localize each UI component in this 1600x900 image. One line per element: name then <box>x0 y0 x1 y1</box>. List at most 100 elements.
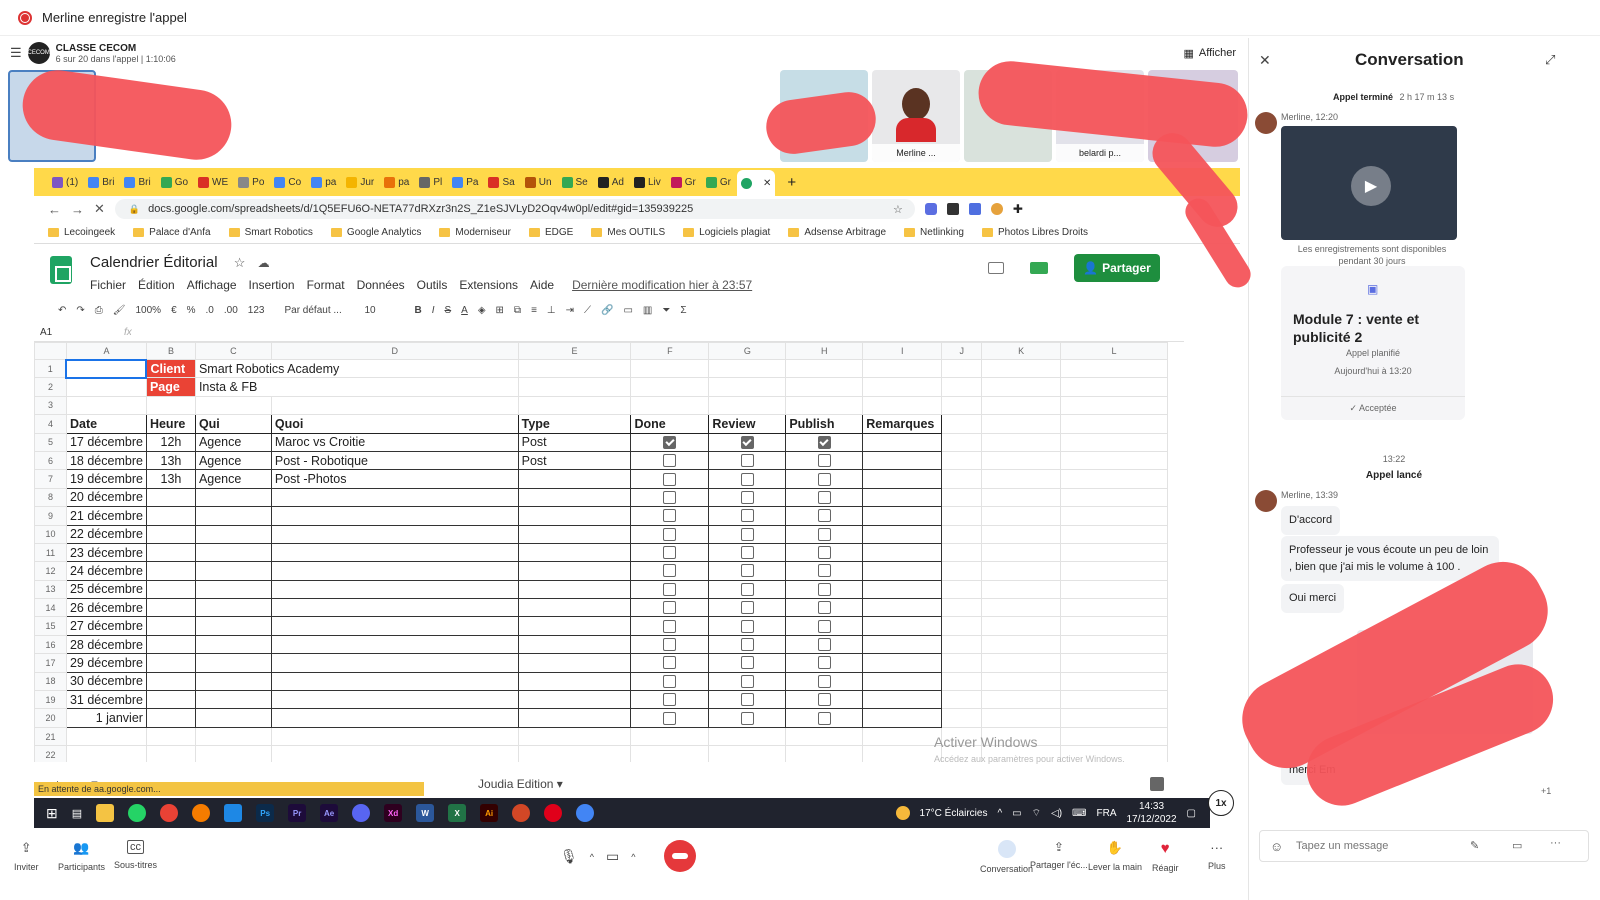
who-cell[interactable] <box>194 524 272 544</box>
checkbox-cell[interactable] <box>708 450 787 471</box>
checkbox-cell[interactable] <box>630 598 710 618</box>
menu-item[interactable]: Extensions <box>459 278 518 292</box>
raise-hand-button[interactable]: ✋ Lever la main <box>1088 840 1142 872</box>
hang-up-button[interactable] <box>664 840 696 872</box>
checkbox-cell[interactable] <box>630 487 710 508</box>
cell[interactable] <box>941 450 983 471</box>
row-header[interactable]: 19 <box>34 690 67 710</box>
format-icon[interactable]: ✎ <box>1470 839 1479 852</box>
volume-icon[interactable]: ◁) <box>1051 808 1062 819</box>
publish-checkbox[interactable] <box>817 656 831 670</box>
excel-icon[interactable]: X <box>448 804 467 822</box>
type-cell[interactable] <box>517 634 632 655</box>
vscode-icon[interactable] <box>224 804 243 822</box>
cell[interactable] <box>981 542 1062 563</box>
column-title-remarques[interactable]: Remarques <box>862 414 943 434</box>
checkbox-cell[interactable] <box>785 690 864 710</box>
cell[interactable] <box>1060 542 1168 563</box>
who-cell[interactable] <box>194 708 272 728</box>
checkbox-cell[interactable] <box>630 634 710 655</box>
cell[interactable] <box>1060 653 1168 673</box>
cell[interactable] <box>1060 487 1168 508</box>
browser-tab[interactable]: Un <box>521 171 556 193</box>
explore-icon[interactable] <box>1150 777 1164 791</box>
type-cell[interactable] <box>517 690 632 710</box>
column-header[interactable]: J <box>941 342 983 360</box>
row-header[interactable]: 9 <box>34 506 67 526</box>
what-cell[interactable]: Post -Photos <box>270 469 519 489</box>
cell[interactable] <box>1060 524 1168 544</box>
type-cell[interactable]: Post <box>517 432 632 452</box>
done-checkbox[interactable] <box>663 454 677 468</box>
cell[interactable] <box>1060 414 1168 434</box>
column-header[interactable]: F <box>630 342 710 360</box>
browser-tab-active[interactable]: ✕ <box>737 170 776 196</box>
what-cell[interactable] <box>270 708 519 728</box>
italic-icon[interactable]: I <box>432 305 435 316</box>
checkbox-cell[interactable] <box>708 616 787 636</box>
cell[interactable] <box>1060 506 1168 526</box>
wrap-icon[interactable]: ⇥ <box>566 305 574 316</box>
cell[interactable] <box>1060 469 1168 489</box>
cell[interactable] <box>941 579 983 600</box>
browser-tab[interactable]: Go <box>157 171 192 193</box>
insert-comment-icon[interactable]: ▭ <box>623 305 632 316</box>
date-cell[interactable]: 20 décembre <box>65 487 147 508</box>
type-cell[interactable] <box>517 487 632 508</box>
bookmark-item[interactable]: Adsense Arbitrage <box>788 227 886 238</box>
cell[interactable] <box>1060 450 1168 471</box>
cell[interactable] <box>517 726 632 747</box>
language-indicator[interactable]: FRA <box>1096 808 1116 819</box>
review-checkbox[interactable] <box>740 656 754 670</box>
date-cell[interactable]: 21 décembre <box>65 506 147 526</box>
menu-item[interactable]: Édition <box>138 278 175 292</box>
bookmark-item[interactable]: Palace d'Anfa <box>133 227 211 238</box>
bookmark-item[interactable]: Smart Robotics <box>228 227 313 238</box>
checkbox-cell[interactable] <box>630 708 710 728</box>
checkbox-cell[interactable] <box>630 542 710 563</box>
what-cell[interactable] <box>270 690 519 710</box>
publish-checkbox[interactable] <box>817 490 831 504</box>
review-checkbox[interactable] <box>740 454 754 468</box>
message-bubble[interactable]: D'accord <box>1281 506 1341 535</box>
review-checkbox[interactable] <box>740 435 754 449</box>
strikethrough-icon[interactable]: S <box>444 305 451 316</box>
date-cell[interactable]: 1 janvier <box>65 708 147 728</box>
what-cell[interactable] <box>270 542 519 563</box>
last-modified-link[interactable]: Dernière modification hier à 23:57 <box>572 278 752 292</box>
stop-icon[interactable]: ✕ <box>94 201 105 217</box>
review-checkbox[interactable] <box>740 490 754 504</box>
browser-tab[interactable]: Bri <box>120 171 154 193</box>
cell[interactable] <box>981 690 1062 710</box>
who-cell[interactable] <box>194 671 272 692</box>
type-cell[interactable] <box>517 506 632 526</box>
cell[interactable] <box>1060 377 1168 397</box>
column-header[interactable]: D <box>270 342 519 360</box>
row-header[interactable]: 22 <box>34 745 67 762</box>
date-cell[interactable]: 23 décembre <box>65 542 147 563</box>
publish-checkbox[interactable] <box>817 638 831 652</box>
browser-tab[interactable]: Liv <box>630 171 665 193</box>
column-header[interactable]: I <box>862 342 943 360</box>
remarks-cell[interactable] <box>862 708 943 728</box>
whatsapp-icon[interactable] <box>128 804 147 822</box>
time-cell[interactable]: 13h <box>145 469 196 489</box>
cell[interactable] <box>941 708 983 728</box>
remarks-cell[interactable] <box>862 506 943 526</box>
row-header[interactable]: 5 <box>34 432 67 452</box>
font-select[interactable]: Par défaut ... <box>284 305 354 316</box>
increase-decimal-button[interactable]: .00 <box>224 305 238 316</box>
comment-icon[interactable] <box>988 262 1004 274</box>
chevron-up-icon[interactable]: ^ <box>631 852 635 862</box>
time-cell[interactable] <box>145 506 196 526</box>
chart-icon[interactable]: ▥ <box>643 305 652 316</box>
xd-icon[interactable]: Xd <box>384 804 403 822</box>
cell[interactable] <box>941 506 983 526</box>
time-cell[interactable] <box>145 579 196 600</box>
bookmark-item[interactable]: EDGE <box>529 227 573 238</box>
checkbox-cell[interactable] <box>708 598 787 618</box>
type-cell[interactable] <box>517 616 632 636</box>
cell[interactable] <box>981 634 1062 655</box>
cell[interactable] <box>1060 395 1168 416</box>
cell[interactable] <box>194 395 272 416</box>
